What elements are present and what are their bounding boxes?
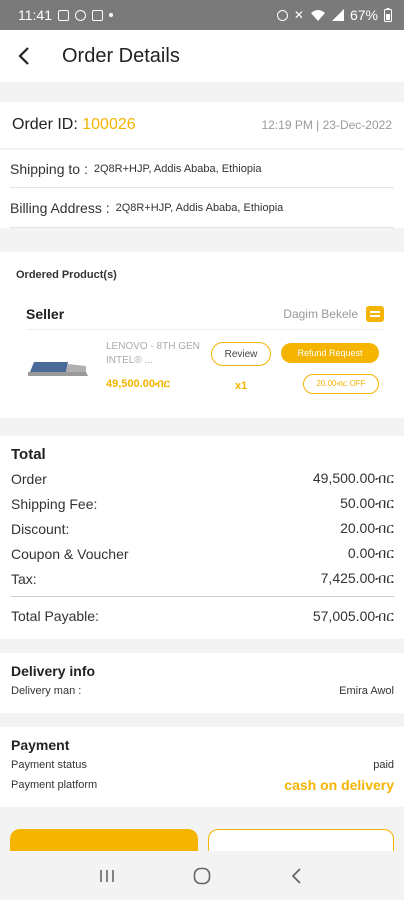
seller-name: Dagim Bekele — [283, 306, 358, 321]
product-card: Seller Dagim Bekele LENOVO - 8TH GEN INT… — [0, 298, 404, 418]
total-value: 20.00ብር — [340, 520, 394, 536]
total-payable-value: 57,005.00ብር — [312, 607, 394, 624]
back-arrow-icon — [18, 47, 29, 65]
payment-platform-value: cash on delivery — [284, 777, 394, 793]
total-row-coupon: Coupon & Voucher 0.00ብር — [11, 541, 394, 566]
total-label: Discount: — [11, 520, 70, 537]
mute-icon: ✕ — [293, 8, 304, 22]
system-back-icon — [291, 867, 301, 884]
product-name: LENOVO - 8TH GEN INTEL® ... — [106, 341, 200, 366]
total-payable-label: Total Payable: — [11, 608, 99, 624]
payment-platform-label: Payment platform — [11, 779, 98, 791]
payment-status-value: paid — [373, 759, 394, 771]
shipping-value: 2Q8R+HJP, Addis Ababa, Ethiopia — [93, 162, 262, 175]
delivery-info-title: Delivery info — [11, 663, 96, 679]
back-button[interactable] — [12, 44, 36, 68]
delivery-man-label: Delivery man : — [11, 685, 82, 697]
discount-badge: 20.00ብር OFF — [303, 374, 379, 394]
screenshot-notification-icon — [92, 9, 103, 21]
total-value: 0.00ብር — [347, 545, 394, 561]
seller-row: Seller Dagim Bekele — [26, 298, 384, 330]
recent-apps-icon — [100, 869, 115, 882]
address-section: Shipping to : 2Q8R+HJP, Addis Ababa, Eth… — [0, 150, 404, 228]
refund-request-button[interactable]: Refund Request — [281, 343, 379, 363]
system-navigation-bar — [0, 851, 404, 900]
payment-platform-row: Payment platform cash on delivery — [11, 777, 394, 793]
totals-section: Total Order 49,500.00ብር Shipping Fee: 50… — [0, 436, 404, 639]
status-time: 11:41 — [18, 7, 52, 23]
ordered-products-header: Ordered Product(s) — [0, 252, 404, 298]
billing-label: Billing Address : — [10, 199, 110, 216]
signal-icon — [331, 9, 344, 21]
order-id-label: Order ID: 100026 — [12, 116, 136, 134]
payment-section: Payment Payment status paid Payment plat… — [0, 727, 404, 807]
more-notifications-dot-icon — [109, 13, 113, 17]
product-price: 49,500.00ብር — [106, 378, 170, 390]
page-title: Order Details — [62, 44, 180, 67]
payment-status-label: Payment status — [11, 759, 87, 771]
recent-apps-button[interactable] — [92, 861, 122, 891]
sync-notification-icon — [75, 9, 86, 21]
wifi-icon — [310, 10, 325, 21]
total-value: 49,500.00ብር — [312, 470, 394, 486]
review-button[interactable]: Review — [211, 342, 271, 366]
chat-icon[interactable] — [366, 305, 384, 322]
app-bar: Order Details — [0, 30, 404, 82]
battery-percent: 67% — [349, 7, 378, 23]
totals-title: Total — [11, 445, 46, 463]
order-datetime: 12:19 PM | 23-Dec-2022 — [261, 118, 392, 132]
gallery-notification-icon — [58, 9, 69, 21]
total-value: 50.00ብር — [340, 495, 394, 511]
totals-divider — [11, 596, 394, 597]
product-quantity: x1 — [235, 380, 248, 392]
shipping-label: Shipping to : — [10, 160, 88, 177]
total-label: Tax: — [11, 570, 37, 587]
home-button[interactable] — [187, 861, 217, 891]
alarm-icon — [276, 9, 288, 21]
delivery-info-section: Delivery info Delivery man : Emira Awol — [0, 653, 404, 713]
total-row-order: Order 49,500.00ብር — [11, 466, 394, 491]
delivery-man-value: Emira Awol — [339, 685, 394, 697]
total-value: 7,425.00ብር — [320, 570, 394, 586]
order-id-row: Order ID: 100026 12:19 PM | 23-Dec-2022 — [0, 102, 404, 148]
home-icon — [193, 867, 211, 884]
total-payable-row: Total Payable: 57,005.00ብር — [11, 603, 394, 629]
billing-address-row: Billing Address : 2Q8R+HJP, Addis Ababa,… — [10, 188, 394, 228]
delivery-man-row: Delivery man : Emira Awol — [11, 685, 394, 697]
payment-title: Payment — [11, 737, 70, 753]
system-back-button[interactable] — [282, 861, 312, 891]
order-id-value: 100026 — [82, 116, 136, 133]
battery-icon — [384, 8, 392, 22]
seller-label: Seller — [26, 305, 65, 322]
product-item[interactable]: LENOVO - 8TH GEN INTEL® ... 49,500.00ብር … — [26, 340, 384, 410]
total-row-discount: Discount: 20.00ብር — [11, 516, 394, 541]
status-bar: 11:41 ✕ 67% — [0, 0, 404, 30]
total-label: Order — [11, 470, 47, 487]
total-label: Shipping Fee: — [11, 495, 98, 512]
shipping-address-row: Shipping to : 2Q8R+HJP, Addis Ababa, Eth… — [10, 150, 394, 188]
total-row-shipping: Shipping Fee: 50.00ብር — [11, 491, 394, 516]
laptop-thumbnail-icon — [28, 362, 88, 376]
total-row-tax: Tax: 7,425.00ብር — [11, 566, 394, 591]
total-label: Coupon & Voucher — [11, 545, 129, 562]
billing-value: 2Q8R+HJP, Addis Ababa, Ethiopia — [115, 201, 284, 214]
order-id-label-text: Order ID: — [12, 116, 78, 133]
payment-status-row: Payment status paid — [11, 759, 394, 771]
seller-name-container: Dagim Bekele — [283, 305, 384, 322]
